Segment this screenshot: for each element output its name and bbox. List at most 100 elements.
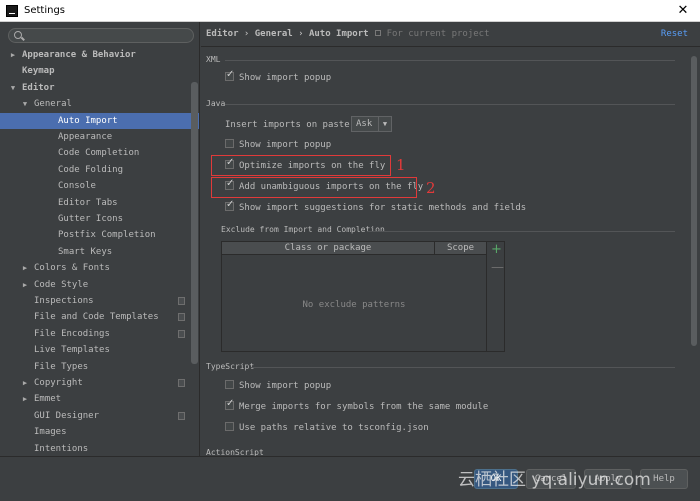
ts-show-import-popup-checkbox[interactable]: Show import popup [225,379,331,393]
chevron-down-icon: ▼ [378,117,391,131]
sidebar-item-label: Keymap [22,66,55,77]
sidebar-item[interactable]: ▼ Editor [0,80,199,96]
sidebar-item[interactable]: Code Completion [0,145,199,161]
checkbox-label: Show import suggestions for static metho… [239,203,527,213]
exclude-section-title: Exclude from Import and Completion [221,225,385,234]
annotation-number-1: 1 [396,156,406,174]
chevron-down-icon[interactable]: ▼ [8,80,18,96]
sidebar-item-label: General [34,99,72,110]
sidebar-item[interactable]: File Types [0,359,199,375]
sidebar-item[interactable]: ▶ Copyright [0,375,199,391]
sidebar-item[interactable]: Intentions [0,441,199,456]
sidebar-item-label: Editor Tabs [58,197,118,208]
sidebar-item-label: Intentions [34,443,89,454]
sidebar-item-label: Code Style [34,279,89,290]
column-scope[interactable]: Scope [435,242,486,255]
project-scope-icon [178,297,185,305]
dropdown-value: Ask [356,119,373,129]
sidebar-item[interactable]: Editor Tabs [0,195,199,211]
section-divider [225,60,675,61]
static-suggestions-checkbox[interactable]: Show import suggestions for static metho… [225,198,527,215]
checkbox-icon [225,380,234,389]
checkbox-icon [225,139,234,148]
sidebar-item[interactable]: GUI Designer [0,408,199,424]
watermark: 云栖社区 yq.aliyun.com [458,470,651,490]
checkbox-icon [225,422,234,431]
sidebar-item[interactable]: Images [0,424,199,440]
ts-merge-imports-checkbox[interactable]: Merge imports for symbols from the same … [225,397,488,414]
sidebar-item-label: Appearance [58,132,113,142]
sidebar-item-label: Code Folding [58,164,124,175]
checkbox-icon [225,68,234,82]
sidebar-item[interactable]: ▶ Emmet [0,391,199,407]
sidebar-item-label: Smart Keys [58,246,113,257]
header-divider [201,46,700,47]
table-header: Class or package Scope [222,242,486,255]
section-actionscript: ActionScript [206,448,264,456]
sidebar-item[interactable]: File Encodings [0,326,199,342]
window-title-bar: Settings ✕ [0,0,700,22]
project-scope-icon [178,329,185,338]
close-window-button[interactable]: ✕ [666,0,700,22]
section-java: Java [206,99,226,108]
sidebar-item[interactable]: Postfix Completion [0,227,199,243]
project-scope-icon [178,379,185,387]
sidebar-item[interactable]: Live Templates [0,342,199,358]
sidebar-item[interactable]: Auto Import [0,112,199,129]
sidebar-item[interactable]: ▶ Colors & Fonts [0,260,199,276]
reset-link[interactable]: Reset [661,29,688,39]
sidebar-item-label: Gutter Icons [58,214,124,224]
settings-sidebar: ▶ Appearance & Behavior Keymap ▼ Editor ▼ Gene… [0,22,200,456]
chevron-right-icon[interactable]: ▶ [20,260,30,276]
exclude-patterns-table[interactable]: Class or package Scope No exclude patter… [221,241,487,352]
table-toolbar [487,241,505,352]
insert-imports-label: Insert imports on paste: [225,120,356,130]
sidebar-item[interactable]: Inspections [0,293,199,309]
sidebar-item[interactable]: ▶ Appearance & Behavior [0,47,199,63]
column-class-or-package[interactable]: Class or package [222,242,434,255]
sidebar-item-label: GUI Designer [34,410,100,421]
checkbox-icon [225,397,234,411]
sidebar-item-label: Auto Import [58,115,118,126]
settings-search-input[interactable] [8,28,194,43]
chevron-right-icon[interactable]: ▶ [8,47,18,63]
section-typescript: TypeScript [206,362,255,371]
sidebar-item-label: File Types [34,361,89,372]
chevron-right-icon[interactable]: ▶ [20,277,30,293]
sidebar-item-label: Live Templates [34,345,110,356]
sidebar-item[interactable]: ▶ Code Style [0,277,199,293]
sidebar-item[interactable]: Smart Keys [0,244,199,260]
settings-content: Editor › General › Auto Import For curren… [201,22,700,456]
sidebar-item[interactable]: ▼ General [0,96,199,112]
window-title: Settings [24,5,66,16]
sidebar-item[interactable]: Appearance [0,129,199,145]
sidebar-item-label: File Encodings [34,328,110,339]
java-show-import-popup-checkbox[interactable]: Show import popup [225,138,331,152]
sidebar-item-label: Images [34,427,67,438]
sidebar-item[interactable]: Gutter Icons [0,211,199,227]
sidebar-item[interactable]: Keymap [0,63,199,79]
checkbox-label: Show import popup [239,73,332,83]
sidebar-item[interactable]: File and Code Templates [0,309,199,325]
project-scope-icon [374,30,381,36]
xml-show-import-popup-checkbox[interactable]: Show import popup [225,68,332,85]
intellij-app-icon [6,4,18,17]
sidebar-item-label: Colors & Fonts [34,263,110,274]
content-scrollbar[interactable] [691,56,697,346]
dialog-button-bar: OK Cancel Apply Help 云栖社区 yq.aliyun.com [0,456,700,501]
sidebar-scrollbar[interactable] [191,82,198,364]
sidebar-item-label: File and Code Templates [34,312,159,323]
remove-pattern-button[interactable]: — [491,260,504,275]
sidebar-item[interactable]: Console [0,178,199,194]
sidebar-item[interactable]: Code Folding [0,162,199,178]
scope-label: For current project [386,29,490,39]
sidebar-item-label: Console [58,181,96,192]
annotation-box-2 [211,177,417,198]
chevron-right-icon[interactable]: ▶ [20,375,30,391]
chevron-right-icon[interactable]: ▶ [20,391,30,407]
insert-imports-dropdown[interactable]: Ask ▼ [351,116,392,132]
section-divider [251,367,675,368]
add-pattern-button[interactable]: + [491,242,502,257]
chevron-down-icon[interactable]: ▼ [20,96,30,112]
ts-tsconfig-paths-checkbox[interactable]: Use paths relative to tsconfig.json [225,421,429,435]
